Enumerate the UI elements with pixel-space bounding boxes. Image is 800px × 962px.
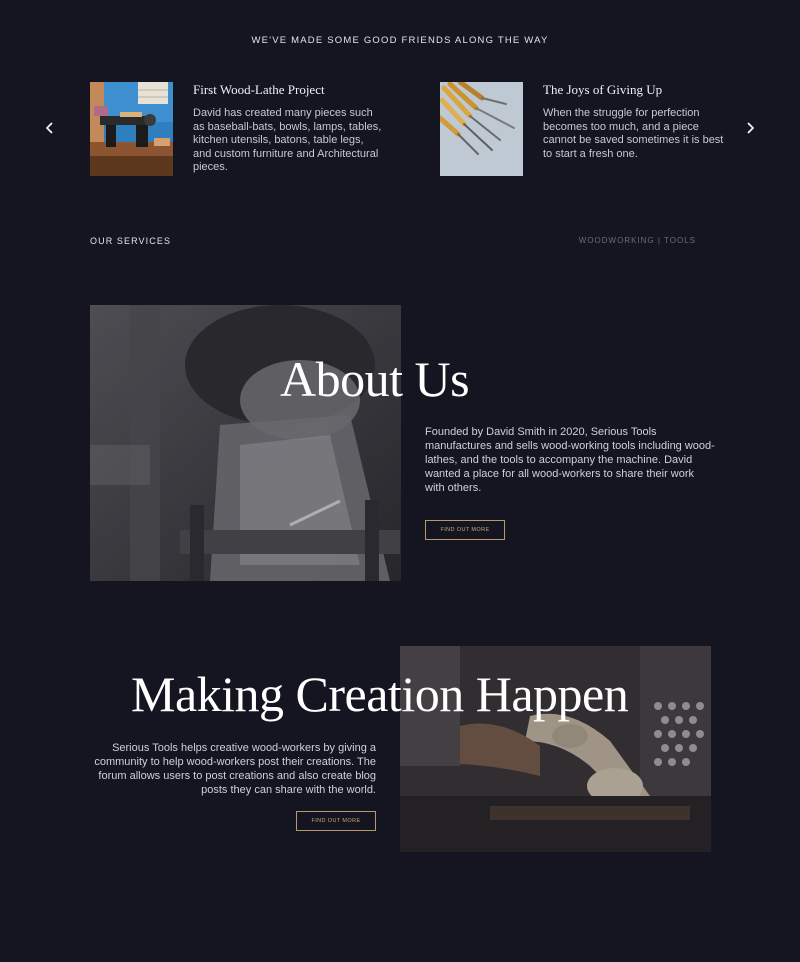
card-text: First Wood-Lathe Project David has creat… (193, 82, 383, 175)
services-label: OUR SERVICES (90, 236, 172, 246)
card-text: The Joys of Giving Up When the struggle … (543, 82, 733, 161)
about-title: About Us (280, 351, 470, 407)
page: WE'VE MADE SOME GOOD FRIENDS ALONG THE W… (0, 0, 800, 962)
card-title[interactable]: First Wood-Lathe Project (193, 82, 383, 98)
about-woodworker-photo (90, 305, 401, 581)
about-find-out-more-button[interactable]: FIND OUT MORE (425, 520, 505, 540)
card-body: When the struggle for perfection becomes… (543, 107, 724, 160)
card-body: David has created many pieces such as ba… (193, 107, 382, 173)
chisels-thumbnail (440, 82, 523, 176)
services-tags: WOODWORKING | TOOLS (578, 236, 696, 245)
friends-heading: WE'VE MADE SOME GOOD FRIENDS ALONG THE W… (251, 35, 549, 46)
about-body: Founded by David Smith in 2020, Serious … (425, 426, 715, 494)
carousel-next-button[interactable] (742, 120, 758, 136)
wood-lathe-thumbnail (90, 82, 173, 176)
making-title: Making Creation Happen (131, 666, 629, 722)
chevron-left-icon (45, 122, 53, 134)
card-title[interactable]: The Joys of Giving Up (543, 82, 733, 98)
making-find-out-more-button[interactable]: FIND OUT MORE (296, 811, 376, 831)
carousel-prev-button[interactable] (42, 120, 58, 136)
chevron-right-icon (747, 122, 755, 134)
making-body: Serious Tools helps creative wood-worker… (94, 742, 376, 796)
